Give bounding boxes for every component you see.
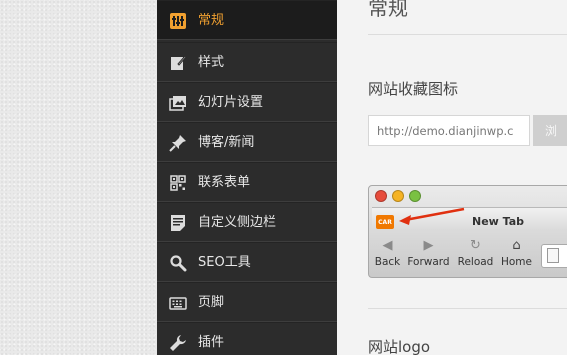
toolbar-label: Forward (407, 256, 450, 268)
divider (368, 34, 567, 35)
settings-sidebar: 常规 样式 幻灯片设置 博客/新闻 联系表单 自定义侧边栏 SEO工具 页脚 插… (157, 0, 337, 355)
toolbar-label: Reload (457, 256, 494, 268)
sidebar-item-label: 插件 (198, 335, 225, 350)
sidebar-item-label: 样式 (198, 55, 225, 70)
sidebar-item-label: 联系表单 (198, 175, 251, 190)
background-texture (0, 0, 157, 355)
pin-icon (169, 134, 187, 152)
forward-arrow-icon: ▶ (423, 237, 434, 253)
toolbar-forward: ▶ Forward (406, 234, 451, 269)
sidebar-item-label: 博客/新闻 (198, 135, 255, 150)
toolbar-back: ◀ Back (369, 234, 410, 269)
favicon-preview-image: CAR New Tab ◀ Back ▶ Forward ↻ Reload ⌂ … (368, 185, 567, 278)
sidebar-item-slideshow[interactable]: 幻灯片设置 (157, 82, 337, 122)
logo-field-label: 网站logo (368, 338, 431, 355)
sidebar-item-general[interactable]: 常规 (157, 0, 337, 40)
sidebar-item-style[interactable]: 样式 (157, 42, 337, 82)
sidebar-item-blog[interactable]: 博客/新闻 (157, 122, 337, 162)
page-title: 常规 (368, 0, 408, 20)
sidebar-item-footer[interactable]: 页脚 (157, 282, 337, 322)
toolbar-label: Home (500, 256, 532, 268)
toolbar-label: Back (374, 256, 401, 268)
keyboard-icon (169, 294, 187, 312)
sidebar-item-label: SEO工具 (198, 255, 251, 270)
sidebar-item-custom-sidebar[interactable]: 自定义侧边栏 (157, 202, 337, 242)
toolbar-home: ⌂ Home (494, 234, 539, 269)
sidebar-item-label: 自定义侧边栏 (198, 215, 277, 230)
reload-icon: ↻ (470, 237, 481, 253)
browse-button[interactable]: 浏 (533, 115, 567, 146)
settings-main-panel: 常规 网站收藏图标 浏 CAR New Tab ◀ Back ▶ Forward (337, 0, 567, 355)
home-icon: ⌂ (512, 237, 521, 253)
favicon-url-input[interactable] (368, 115, 530, 146)
sidebar-item-label: 页脚 (198, 295, 225, 310)
page-icon (547, 248, 559, 263)
sidebar-item-seo-tools[interactable]: SEO工具 (157, 242, 337, 282)
general-settings-icon (169, 12, 187, 30)
browser-toolbar: ◀ Back ▶ Forward ↻ Reload ⌂ Home (369, 234, 567, 277)
sidebar-item-label: 幻灯片设置 (198, 95, 264, 110)
search-icon (169, 254, 187, 272)
sidebar-item-plugins[interactable]: 插件 (157, 322, 337, 355)
sidebar-item-label: 常规 (198, 13, 225, 28)
wrench-icon (169, 334, 187, 352)
divider (368, 308, 567, 309)
toolbar-reload: ↻ Reload (453, 234, 498, 269)
sidebar-item-contact-form[interactable]: 联系表单 (157, 162, 337, 202)
favicon-field-label: 网站收藏图标 (368, 80, 459, 98)
document-icon (169, 214, 187, 232)
slideshow-icon (169, 94, 187, 112)
back-arrow-icon: ◀ (382, 237, 393, 253)
edit-icon (169, 54, 187, 72)
address-bar (541, 244, 567, 268)
qr-grid-icon (169, 174, 187, 192)
